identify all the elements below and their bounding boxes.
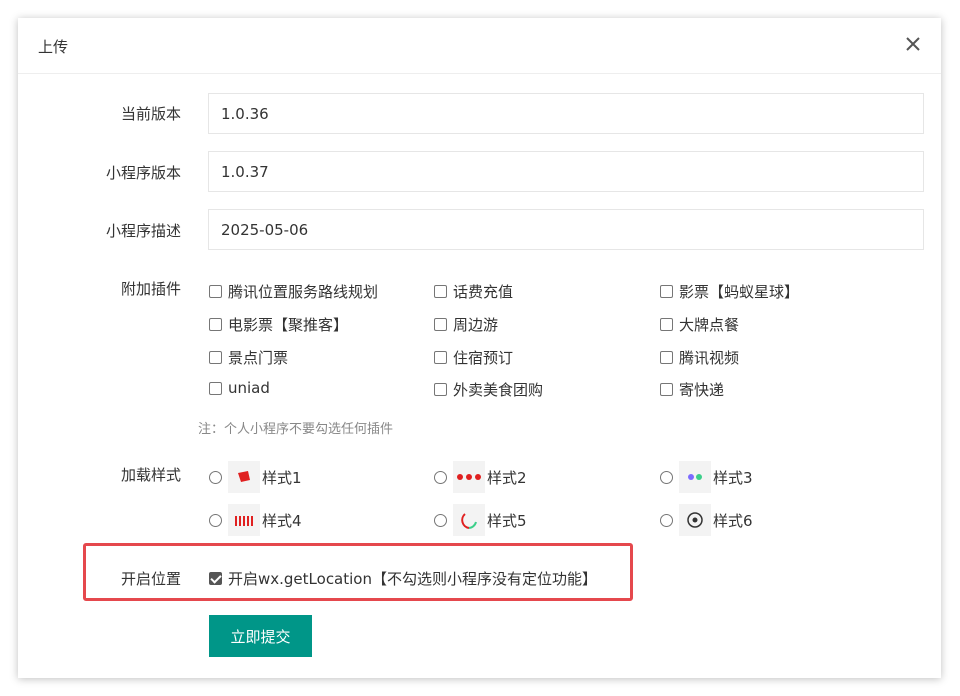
plugin-tencent-map[interactable]: 腾讯位置服务路线规划: [209, 281, 378, 302]
location-toggle[interactable]: 开启wx.getLocation【不勾选则小程序没有定位功能】: [209, 568, 597, 589]
plugin-label: 外卖美食团购: [453, 381, 544, 399]
style1-icon: [228, 461, 260, 493]
plugin-express[interactable]: 寄快递: [660, 379, 724, 400]
plugins-note: 注：个人小程序不要勾选任何插件: [198, 422, 394, 437]
plugin-label: 周边游: [453, 316, 499, 334]
close-icon[interactable]: [901, 32, 925, 56]
plugin-scenic-ticket[interactable]: 景点门票: [209, 347, 288, 368]
current-version-input[interactable]: [208, 93, 924, 134]
plugin-label: 话费充值: [453, 283, 514, 301]
checkbox[interactable]: [660, 285, 673, 298]
plugin-movie-ticket[interactable]: 电影票【聚推客】: [209, 314, 348, 335]
loading-style-4[interactable]: 样式4: [209, 504, 302, 536]
checkbox[interactable]: [434, 318, 447, 331]
loading-style-label-1: 样式1: [262, 468, 302, 487]
radio[interactable]: [209, 513, 222, 527]
plugin-label: 景点门票: [228, 349, 289, 367]
plugin-hotel-booking[interactable]: 住宿预订: [434, 347, 513, 368]
radio[interactable]: [660, 513, 673, 527]
mini-desc-input[interactable]: [208, 209, 924, 250]
checkbox[interactable]: [209, 318, 222, 331]
checkbox-checked[interactable]: [209, 572, 222, 585]
loading-style-label-2: 样式2: [487, 468, 527, 487]
upload-dialog: 上传 当前版本 小程序版本 小程序描述 附加插件 腾讯位置服务路线规划 话费充值…: [18, 18, 941, 678]
radio[interactable]: [209, 470, 222, 484]
plugin-label: 腾讯视频: [679, 349, 740, 367]
loading-style-label: 加载样式: [120, 466, 181, 484]
loading-style-6[interactable]: 样式6: [660, 504, 753, 536]
location-label: 开启位置: [120, 570, 181, 588]
radio[interactable]: [434, 513, 447, 527]
loading-style-label-6: 样式6: [713, 511, 753, 530]
checkbox[interactable]: [434, 351, 447, 364]
plugin-label: 电影票【聚推客】: [228, 316, 349, 334]
loading-style-label-3: 样式3: [713, 468, 753, 487]
mini-version-label: 小程序版本: [105, 164, 181, 182]
plugin-ant-movie[interactable]: 影票【蚂蚁星球】: [660, 281, 799, 302]
style4-icon: [228, 504, 260, 536]
dialog-header: 上传: [18, 18, 941, 74]
loading-style-2[interactable]: 样式2: [434, 461, 527, 493]
plugin-tencent-video[interactable]: 腾讯视频: [660, 347, 739, 368]
checkbox[interactable]: [660, 351, 673, 364]
loading-style-label-5: 样式5: [487, 511, 527, 530]
style5-icon: [453, 504, 485, 536]
plugin-food-delivery[interactable]: 外卖美食团购: [434, 379, 543, 400]
style3-icon: [679, 461, 711, 493]
location-checkbox-label: 开启wx.getLocation【不勾选则小程序没有定位功能】: [228, 570, 597, 588]
plugin-label: 住宿预订: [453, 349, 514, 367]
plugin-nearby-tour[interactable]: 周边游: [434, 314, 498, 335]
loading-style-5[interactable]: 样式5: [434, 504, 527, 536]
style2-icon: [453, 461, 485, 493]
style6-icon: [679, 504, 711, 536]
plugin-uniad[interactable]: uniad: [209, 379, 270, 397]
loading-style-label-4: 样式4: [262, 511, 302, 530]
checkbox[interactable]: [660, 383, 673, 396]
loading-style-3[interactable]: 样式3: [660, 461, 753, 493]
checkbox[interactable]: [209, 285, 222, 298]
checkbox[interactable]: [434, 285, 447, 298]
plugin-brand-order[interactable]: 大牌点餐: [660, 314, 739, 335]
checkbox[interactable]: [660, 318, 673, 331]
plugins-label: 附加插件: [120, 280, 181, 298]
plugin-label: 影票【蚂蚁星球】: [679, 283, 800, 301]
plugin-label: 寄快递: [679, 381, 725, 399]
plugin-label: 腾讯位置服务路线规划: [228, 283, 379, 301]
plugin-label: 大牌点餐: [679, 316, 740, 334]
radio[interactable]: [660, 470, 673, 484]
plugin-phone-recharge[interactable]: 话费充值: [434, 281, 513, 302]
checkbox[interactable]: [434, 383, 447, 396]
radio[interactable]: [434, 470, 447, 484]
mini-version-input[interactable]: [208, 151, 924, 192]
submit-button[interactable]: 立即提交: [209, 615, 312, 657]
checkbox[interactable]: [209, 381, 222, 395]
dialog-title: 上传: [38, 38, 69, 56]
checkbox[interactable]: [209, 351, 222, 364]
current-version-label: 当前版本: [120, 105, 181, 123]
loading-style-1[interactable]: 样式1: [209, 461, 302, 493]
mini-desc-label: 小程序描述: [105, 222, 181, 240]
plugin-label: uniad: [228, 379, 270, 397]
